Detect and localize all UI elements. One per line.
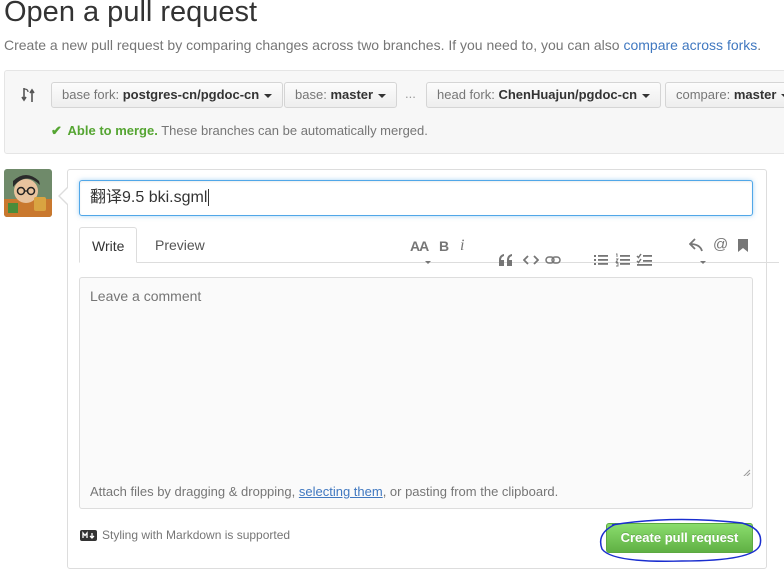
page-description: Create a new pull request by comparing c… bbox=[4, 37, 761, 53]
pr-title-input[interactable]: 翻译9.5 bki.sgml bbox=[79, 180, 753, 216]
tab-preview[interactable]: Preview bbox=[143, 227, 217, 263]
timeline-arrow-inner bbox=[60, 188, 68, 204]
base-fork-select[interactable]: base fork: postgres-cn/pgdoc-cn bbox=[51, 82, 284, 108]
file-attachment-bar[interactable]: Attach files by dragging & dropping, sel… bbox=[79, 476, 753, 509]
chevron-down-icon bbox=[264, 93, 273, 98]
markdown-support-note[interactable]: Styling with Markdown is supported bbox=[80, 528, 290, 542]
header-text-icon[interactable]: AA bbox=[410, 238, 429, 254]
link-icon[interactable] bbox=[545, 253, 561, 267]
task-list-icon[interactable] bbox=[636, 253, 653, 267]
base-fork-value: postgres-cn/pgdoc-cn bbox=[122, 87, 260, 102]
comment-textarea[interactable] bbox=[79, 277, 753, 477]
page-description-end: . bbox=[757, 37, 762, 53]
head-fork-prefix: head fork: bbox=[437, 87, 495, 102]
check-icon: ✔ bbox=[51, 123, 62, 138]
base-fork-prefix: base fork: bbox=[62, 87, 120, 102]
avatar bbox=[4, 169, 52, 217]
merge-status: ✔ Able to merge. These branches can be a… bbox=[51, 123, 428, 139]
compare-branch-prefix: compare: bbox=[676, 87, 731, 102]
reply-caret-icon bbox=[700, 261, 706, 264]
ordered-list-icon[interactable] bbox=[615, 253, 631, 267]
page-title: Open a pull request bbox=[4, 0, 258, 28]
tab-write[interactable]: Write bbox=[79, 227, 138, 263]
base-branch-prefix: base: bbox=[295, 87, 327, 102]
mention-icon[interactable]: @ bbox=[713, 237, 728, 253]
quote-icon[interactable] bbox=[498, 253, 514, 267]
head-fork-select[interactable]: head fork: ChenHuajun/pgdoc-cn bbox=[426, 82, 662, 108]
code-icon[interactable] bbox=[523, 253, 539, 267]
markdown-icon bbox=[80, 529, 97, 541]
attach-text-post: , or pasting from the clipboard. bbox=[382, 484, 559, 499]
text-cursor bbox=[208, 189, 210, 206]
head-fork-value: ChenHuajun/pgdoc-cn bbox=[498, 87, 638, 102]
reply-icon[interactable] bbox=[689, 238, 705, 252]
create-pull-request-button[interactable]: Create pull request bbox=[606, 523, 753, 553]
git-compare-icon bbox=[21, 87, 37, 103]
select-files-link[interactable]: selecting them bbox=[299, 484, 383, 499]
bold-icon[interactable]: B bbox=[439, 238, 449, 254]
pr-title-value: 翻译9.5 bki.sgml bbox=[90, 189, 208, 206]
compare-branch-value: master bbox=[733, 87, 777, 102]
merge-status-text: These branches can be automatically merg… bbox=[161, 123, 428, 138]
header-caret-icon bbox=[425, 261, 431, 264]
page-description-text: Create a new pull request by comparing c… bbox=[4, 37, 624, 53]
chevron-down-icon bbox=[378, 93, 387, 98]
markdown-note-text: Styling with Markdown is supported bbox=[102, 528, 291, 542]
attach-text-pre: Attach files by dragging & dropping, bbox=[90, 484, 299, 499]
chevron-down-icon bbox=[642, 93, 651, 98]
base-branch-value: master bbox=[330, 87, 374, 102]
base-branch-select[interactable]: base: master bbox=[284, 82, 398, 108]
merge-status-ok: Able to merge. bbox=[67, 123, 158, 138]
unordered-list-icon[interactable] bbox=[593, 253, 609, 267]
range-editor: base fork: postgres-cn/pgdoc-cn base: ma… bbox=[4, 70, 784, 154]
compare-branch-select[interactable]: compare: master bbox=[665, 82, 784, 108]
compare-across-forks-link[interactable]: compare across forks bbox=[623, 37, 757, 53]
italic-icon[interactable]: i bbox=[460, 238, 464, 254]
bookmark-icon[interactable] bbox=[737, 238, 749, 253]
range-ellipsis: ... bbox=[405, 86, 416, 101]
